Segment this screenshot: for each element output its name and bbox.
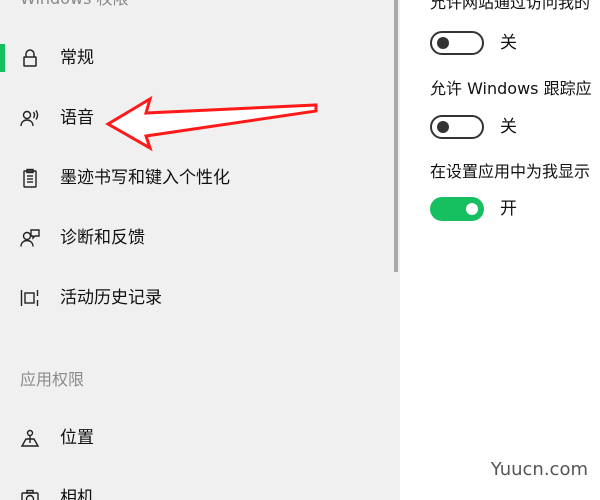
setting-description-app-launch-tracking: 允许 Windows 跟踪应: [430, 79, 592, 98]
sidebar-nav: Windows 权限 常规 语音: [0, 0, 400, 500]
feedback-icon: [20, 228, 40, 248]
sidebar-item-diagnostics-feedback[interactable]: 诊断和反馈: [0, 220, 390, 264]
toggle-switch-suggested-content[interactable]: [430, 197, 484, 221]
sidebar-item-camera[interactable]: 相机: [0, 480, 390, 500]
setting-description-language-list: 允许网站通过访问我的: [430, 0, 591, 12]
sidebar-item-label: 活动历史记录: [60, 288, 162, 308]
sidebar-item-label: 位置: [60, 428, 94, 448]
section-header-windows-permissions: Windows 权限: [20, 0, 129, 9]
toggle-state-label: 开: [500, 199, 517, 219]
toggle-knob: [437, 37, 449, 49]
sidebar-item-speech[interactable]: 语音: [0, 100, 390, 144]
sidebar-scrollbar[interactable]: [394, 0, 398, 272]
watermark: Yuucn.com: [490, 459, 588, 480]
toggle-state-label: 关: [500, 117, 517, 137]
activity-history-icon: [20, 288, 40, 308]
sidebar-item-label: 诊断和反馈: [60, 228, 145, 248]
toggle-switch-app-launch-tracking[interactable]: [430, 115, 484, 139]
sidebar-item-location[interactable]: 位置: [0, 420, 390, 464]
toggle-knob: [437, 121, 449, 133]
toggle-state-label: 关: [500, 33, 517, 53]
sidebar-item-label: 常规: [60, 48, 94, 68]
sidebar-item-label: 墨迹书写和键入个性化: [60, 168, 230, 188]
section-header-app-permissions: 应用权限: [20, 370, 85, 389]
camera-icon: [20, 488, 40, 500]
clipboard-icon: [20, 168, 40, 188]
sidebar-item-label: 语音: [60, 108, 94, 128]
sidebar-item-activity-history[interactable]: 活动历史记录: [0, 280, 390, 324]
selected-indicator: [0, 44, 5, 72]
toggle-switch-language-list[interactable]: [430, 31, 484, 55]
location-icon: [20, 428, 40, 448]
settings-content: 允许网站通过访问我的 关 允许 Windows 跟踪应 关 在设置应用中为我显示…: [400, 0, 600, 500]
sidebar-item-inking-typing[interactable]: 墨迹书写和键入个性化: [0, 160, 390, 204]
sidebar-item-label: 相机: [60, 488, 94, 500]
sidebar-item-general[interactable]: 常规: [0, 40, 390, 84]
lock-icon: [20, 48, 40, 68]
speech-icon: [20, 108, 40, 128]
setting-description-suggested-content: 在设置应用中为我显示: [430, 162, 591, 181]
toggle-knob: [466, 203, 478, 215]
